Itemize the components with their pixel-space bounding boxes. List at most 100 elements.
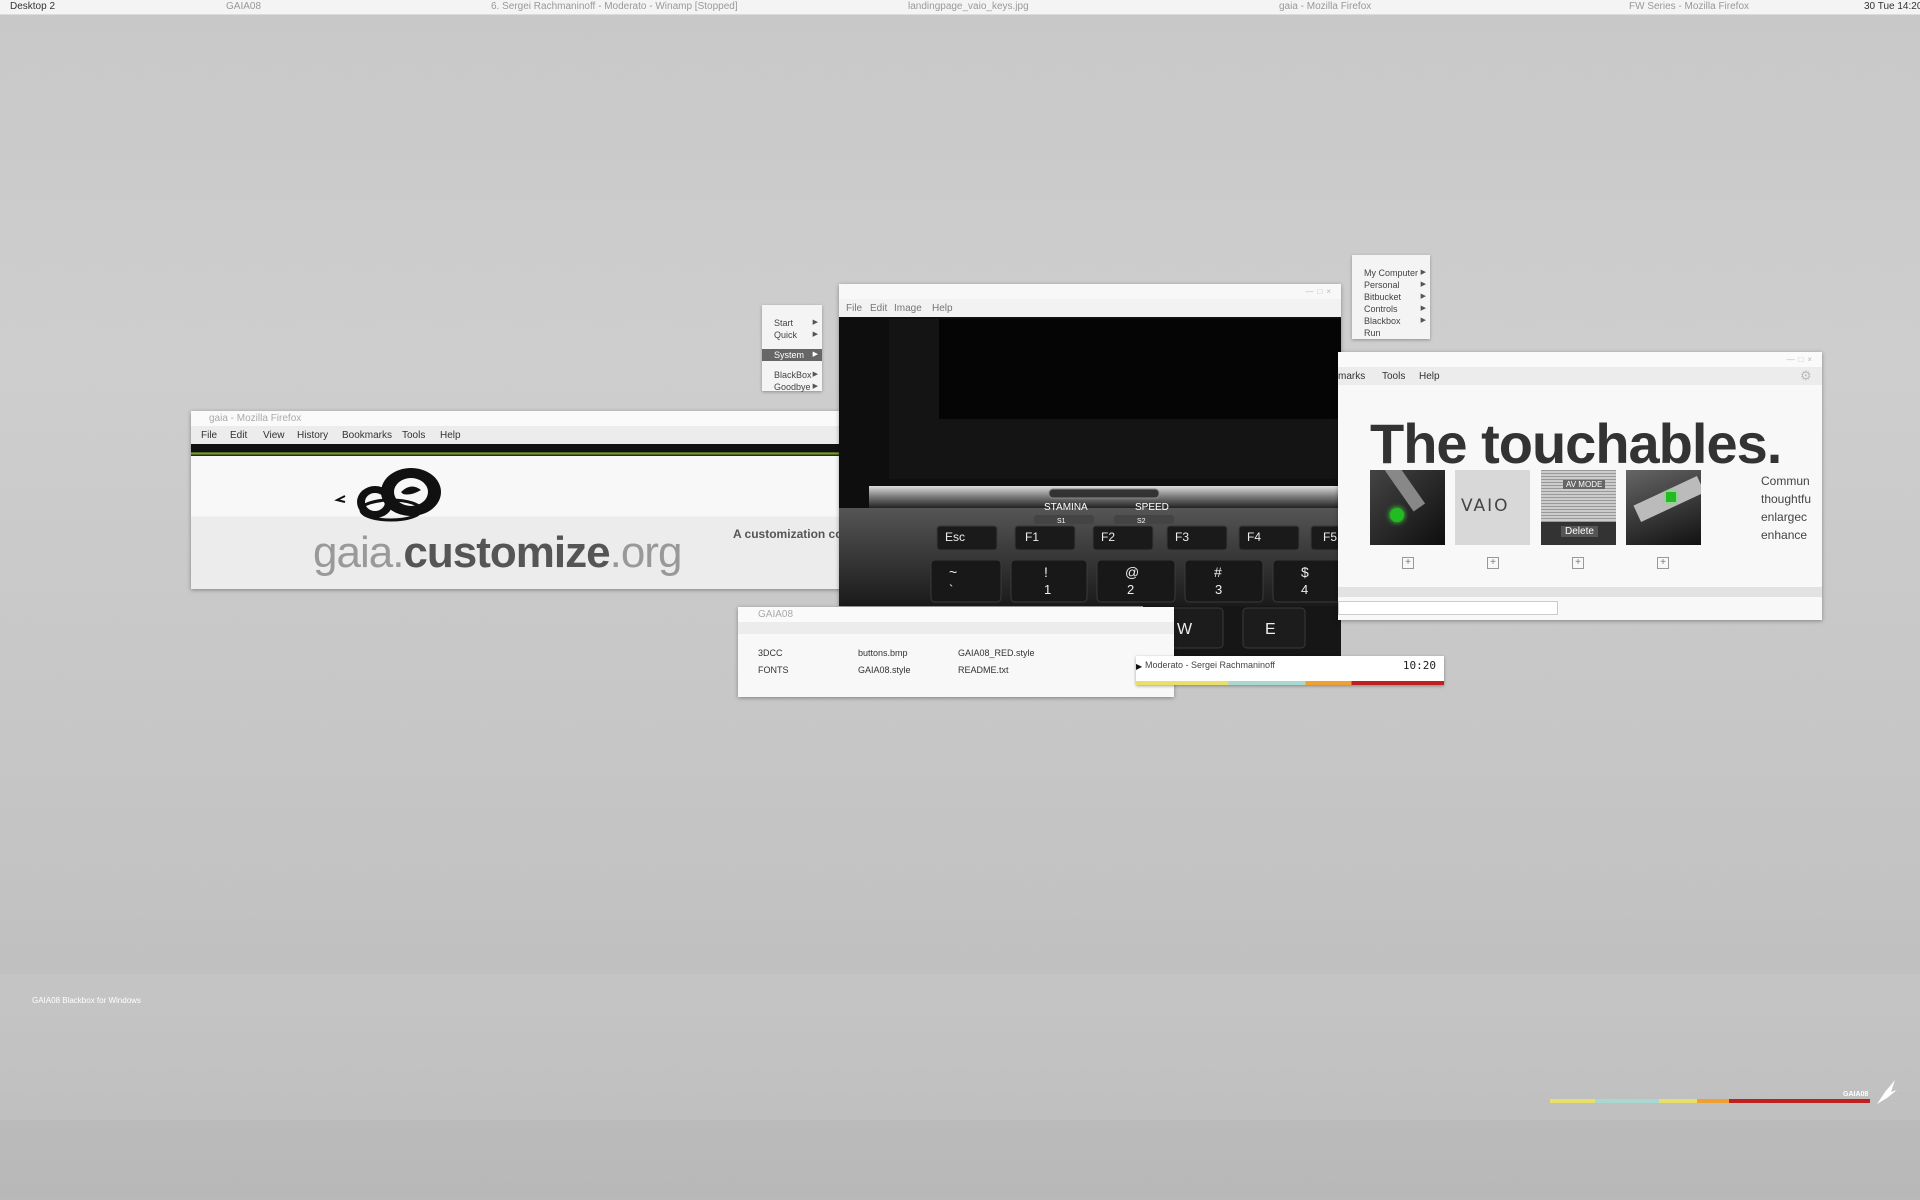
- toolbar-strip: [738, 622, 1174, 634]
- switch-sub-s2: S2: [1137, 518, 1146, 525]
- key-dollar: $: [1301, 564, 1309, 580]
- menu-help[interactable]: Help: [1419, 371, 1440, 382]
- expand-button[interactable]: +: [1402, 557, 1414, 569]
- file-item[interactable]: buttons.bmp: [858, 648, 908, 658]
- menu-item-goodbye[interactable]: Goodbye ▶: [762, 381, 822, 393]
- root-menu-right[interactable]: My Computer ▶ Personal ▶ Bitbucket ▶ Contro…: [1352, 255, 1430, 339]
- window-buttons[interactable]: —□×: [1786, 355, 1816, 364]
- workspace-label[interactable]: Desktop 2: [10, 1, 55, 12]
- file-item[interactable]: README.txt: [958, 665, 1009, 675]
- switch-sub-s1: S1: [1057, 518, 1066, 525]
- menu-item-my-computer[interactable]: My Computer ▶: [1352, 267, 1430, 279]
- menu-item-system[interactable]: System ▶: [762, 349, 822, 361]
- description-line: thoughtfu: [1761, 492, 1812, 506]
- submenu-arrow-icon: ▶: [1420, 293, 1426, 300]
- laptop-keyboard-photo: STAMINA SPEED S1 S2 Esc F1 F2 F3 F4 F5 ~…: [839, 319, 1341, 606]
- track-time: 10:20: [1402, 659, 1436, 672]
- menu-item-bitbucket[interactable]: Bitbucket ▶: [1352, 291, 1430, 303]
- menu-bookmarks[interactable]: Bookmarks: [342, 430, 392, 441]
- key-excl: !: [1044, 564, 1048, 580]
- taskbar-item[interactable]: gaia - Mozilla Firefox: [1279, 1, 1371, 12]
- site-tagline: A customization co: [733, 527, 841, 541]
- taskbar-item[interactable]: 6. Sergei Rachmaninoff - Moderato - Wina…: [491, 1, 738, 12]
- key-esc: Esc: [945, 530, 965, 544]
- expand-button[interactable]: +: [1657, 557, 1669, 569]
- delete-label: Delete: [1561, 526, 1598, 537]
- clock: 30 Tue 14:20: [1864, 1, 1920, 12]
- menu-tools[interactable]: Tools: [1382, 371, 1405, 382]
- product-thumb-vaio[interactable]: VAIO: [1455, 470, 1530, 545]
- expand-button[interactable]: +: [1572, 557, 1584, 569]
- toolbar: Desktop 2 GAIA08 6. Sergei Rachmaninoff …: [0, 0, 1920, 15]
- key-e: E: [1265, 621, 1276, 638]
- window-titlebar[interactable]: —□×: [1338, 352, 1822, 367]
- file-item[interactable]: GAIA08.style: [858, 665, 911, 675]
- menu-image[interactable]: Image: [894, 303, 922, 314]
- menu-item-controls[interactable]: Controls ▶: [1352, 303, 1430, 315]
- product-thumb-avmode[interactable]: AV MODE Delete: [1541, 470, 1616, 545]
- root-menu-left[interactable]: Start ▶ Quick ▶ System ▶ BlackBox ▶ Goodbye ▶: [762, 305, 822, 393]
- submenu-arrow-icon: ▶: [1420, 305, 1426, 312]
- product-thumb-hinge[interactable]: [1626, 470, 1701, 545]
- menu-bookmarks[interactable]: marks: [1338, 371, 1365, 382]
- taskbar-item[interactable]: GAIA08: [226, 1, 261, 12]
- page-headline: The touchables.: [1370, 412, 1782, 475]
- menu-edit[interactable]: Edit: [870, 303, 887, 314]
- window-titlebar[interactable]: GAIA08: [738, 607, 1174, 622]
- key-2: 2: [1127, 582, 1134, 597]
- folder-item[interactable]: FONTS: [758, 665, 789, 675]
- key-f4: F4: [1247, 530, 1261, 544]
- menubar: File Edit View History Bookmarks Tools H…: [191, 426, 841, 444]
- expand-button[interactable]: +: [1487, 557, 1499, 569]
- taskbar-item[interactable]: landingpage_vaio_keys.jpg: [908, 1, 1029, 12]
- menu-edit[interactable]: Edit: [230, 430, 247, 441]
- site-brand[interactable]: gaia.customize.org: [313, 528, 683, 578]
- play-icon[interactable]: ▶: [1136, 662, 1142, 671]
- key-4: 4: [1301, 582, 1308, 597]
- menu-item-blackbox[interactable]: Blackbox ▶: [1352, 315, 1430, 327]
- winamp-player[interactable]: ▶ Moderato - Sergei Rachmaninoff 10:20: [1136, 656, 1444, 685]
- menu-history[interactable]: History: [297, 430, 328, 441]
- key-f3: F3: [1175, 530, 1189, 544]
- menu-item-start[interactable]: Start ▶: [762, 317, 822, 329]
- menu-file[interactable]: File: [846, 303, 862, 314]
- window-title: GAIA08: [758, 609, 794, 620]
- file-item[interactable]: GAIA08_RED.style: [958, 648, 1035, 658]
- switch-label-stamina: STAMINA: [1044, 502, 1088, 513]
- file-manager-window[interactable]: GAIA08 3DCC buttons.bmp GAIA08_RED.style…: [738, 607, 1174, 697]
- description-line: Commun: [1761, 474, 1810, 488]
- gaia-logo-icon[interactable]: [331, 462, 461, 524]
- brand-tail: .org: [609, 528, 683, 577]
- firefox-fw-window[interactable]: —□× marks Tools Help ⚙ The touchables. V…: [1338, 352, 1822, 620]
- window-titlebar[interactable]: gaia - Mozilla Firefox: [191, 411, 841, 426]
- menu-view[interactable]: View: [263, 430, 285, 441]
- menu-item-blackbox[interactable]: BlackBox ▶: [762, 369, 822, 381]
- window-titlebar[interactable]: —□×: [839, 284, 1341, 299]
- menu-item-personal[interactable]: Personal ▶: [1352, 279, 1430, 291]
- menu-help[interactable]: Help: [932, 303, 953, 314]
- key-w: W: [1177, 621, 1193, 638]
- menu-file[interactable]: File: [201, 430, 217, 441]
- taskbar-item[interactable]: FW Series - Mozilla Firefox: [1629, 1, 1749, 12]
- window-title: gaia - Mozilla Firefox: [209, 413, 302, 424]
- submenu-arrow-icon: ▶: [1420, 269, 1426, 276]
- submenu-arrow-icon: ▶: [812, 383, 818, 390]
- menu-item-quick[interactable]: Quick ▶: [762, 329, 822, 341]
- desktop-caption: GAIA08 Blackbox for Windows: [32, 996, 141, 1005]
- submenu-arrow-icon: ▶: [1420, 281, 1426, 288]
- desktop-colorbar: [1550, 1099, 1870, 1103]
- menu-help[interactable]: Help: [440, 430, 461, 441]
- image-viewer-window[interactable]: —□× File Edit Image Help STAMINA SPEED S…: [839, 284, 1341, 606]
- submenu-arrow-icon: ▶: [812, 331, 818, 338]
- folder-item[interactable]: 3DCC: [758, 648, 783, 658]
- menu-tools[interactable]: Tools: [402, 430, 425, 441]
- firefox-gaia-window[interactable]: gaia - Mozilla Firefox File Edit View Hi…: [191, 411, 841, 589]
- url-field[interactable]: [1338, 601, 1558, 615]
- key-backtick: `: [949, 582, 953, 597]
- menu-item-run[interactable]: Run: [1352, 327, 1430, 339]
- window-buttons[interactable]: —□×: [1305, 287, 1335, 296]
- track-title: Moderato - Sergei Rachmaninoff: [1145, 660, 1275, 670]
- vaio-logo: VAIO: [1461, 496, 1510, 516]
- key-tilde: ~: [949, 564, 957, 580]
- product-thumb-stylus[interactable]: [1370, 470, 1445, 545]
